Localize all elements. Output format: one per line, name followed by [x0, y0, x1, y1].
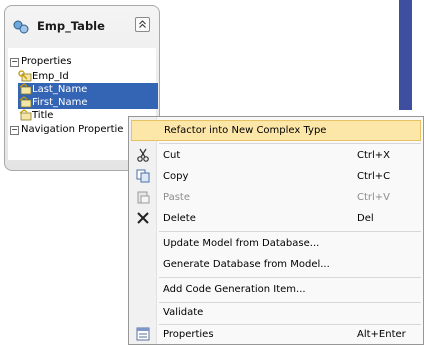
menu-item-label: Properties [163, 329, 214, 340]
collapse-section-icon[interactable]: − [10, 58, 19, 67]
property-row[interactable]: Last_Name [18, 83, 158, 96]
menu-item-label: Copy [163, 171, 189, 182]
property-row[interactable]: First_Name [18, 96, 158, 109]
collapse-button[interactable] [135, 17, 150, 32]
menu-separator [159, 143, 421, 144]
menu-item-generate-database[interactable]: Generate Database from Model... [131, 254, 421, 275]
menu-item-label: Delete [163, 213, 196, 224]
entity-type-icon [13, 20, 29, 34]
property-label: Emp_Id [32, 71, 69, 82]
chevron-up-icon [139, 20, 146, 28]
entity-title: Emp_Table [37, 19, 105, 33]
menu-item-shortcut: Ctrl+V [357, 192, 391, 203]
property-icon [18, 96, 32, 108]
menu-item-shortcut: Ctrl+X [357, 150, 391, 161]
menu-item-label: Refactor into New Complex Type [164, 125, 327, 136]
menu-item-label: Add Code Generation Item... [163, 284, 306, 295]
property-icon [18, 109, 32, 121]
menu-item-cut[interactable]: Cut Ctrl+X [131, 145, 421, 166]
designer-scroll-strip [399, 0, 412, 110]
menu-item-paste[interactable]: Paste Ctrl+V [131, 187, 421, 208]
menu-item-label: Cut [163, 150, 181, 161]
menu-item-shortcut: Alt+Enter [357, 329, 406, 340]
scissors-icon [135, 148, 151, 163]
menu-item-update-model[interactable]: Update Model from Database... [131, 233, 421, 254]
key-property-icon [18, 70, 32, 82]
copy-icon [135, 169, 151, 184]
property-row[interactable]: Emp_Id [18, 70, 158, 83]
menu-item-shortcut: Del [357, 213, 374, 224]
menu-item-copy[interactable]: Copy Ctrl+C [131, 166, 421, 187]
menu-item-label: Validate [163, 307, 204, 318]
navigation-section-label: Navigation Propertie [21, 124, 124, 135]
delete-icon [135, 211, 151, 226]
paste-icon [135, 190, 151, 205]
menu-item-label: Generate Database from Model... [163, 259, 330, 270]
menu-item-properties[interactable]: Properties Alt+Enter [131, 324, 421, 345]
property-label: Last_Name [32, 84, 88, 95]
menu-item-refactor[interactable]: Refactor into New Complex Type [131, 120, 421, 141]
properties-section-label: Properties [21, 56, 72, 67]
properties-icon [135, 327, 151, 342]
menu-item-delete[interactable]: Delete Del [131, 208, 421, 229]
menu-item-label: Paste [163, 192, 190, 203]
menu-separator [159, 231, 421, 232]
property-label: Title [32, 110, 54, 121]
menu-separator [159, 277, 421, 278]
menu-item-shortcut: Ctrl+C [357, 171, 391, 182]
menu-item-label: Update Model from Database... [163, 238, 320, 249]
context-menu: Refactor into New Complex Type Cut Ctrl+… [128, 116, 424, 345]
menu-item-validate[interactable]: Validate [131, 302, 421, 323]
property-label: First_Name [32, 97, 88, 108]
entity-header[interactable]: Emp_Table [5, 6, 159, 48]
designer-edge [412, 0, 424, 110]
collapse-section-icon[interactable]: − [10, 126, 19, 135]
property-icon [18, 83, 32, 95]
menu-item-add-code-generation[interactable]: Add Code Generation Item... [131, 279, 421, 300]
